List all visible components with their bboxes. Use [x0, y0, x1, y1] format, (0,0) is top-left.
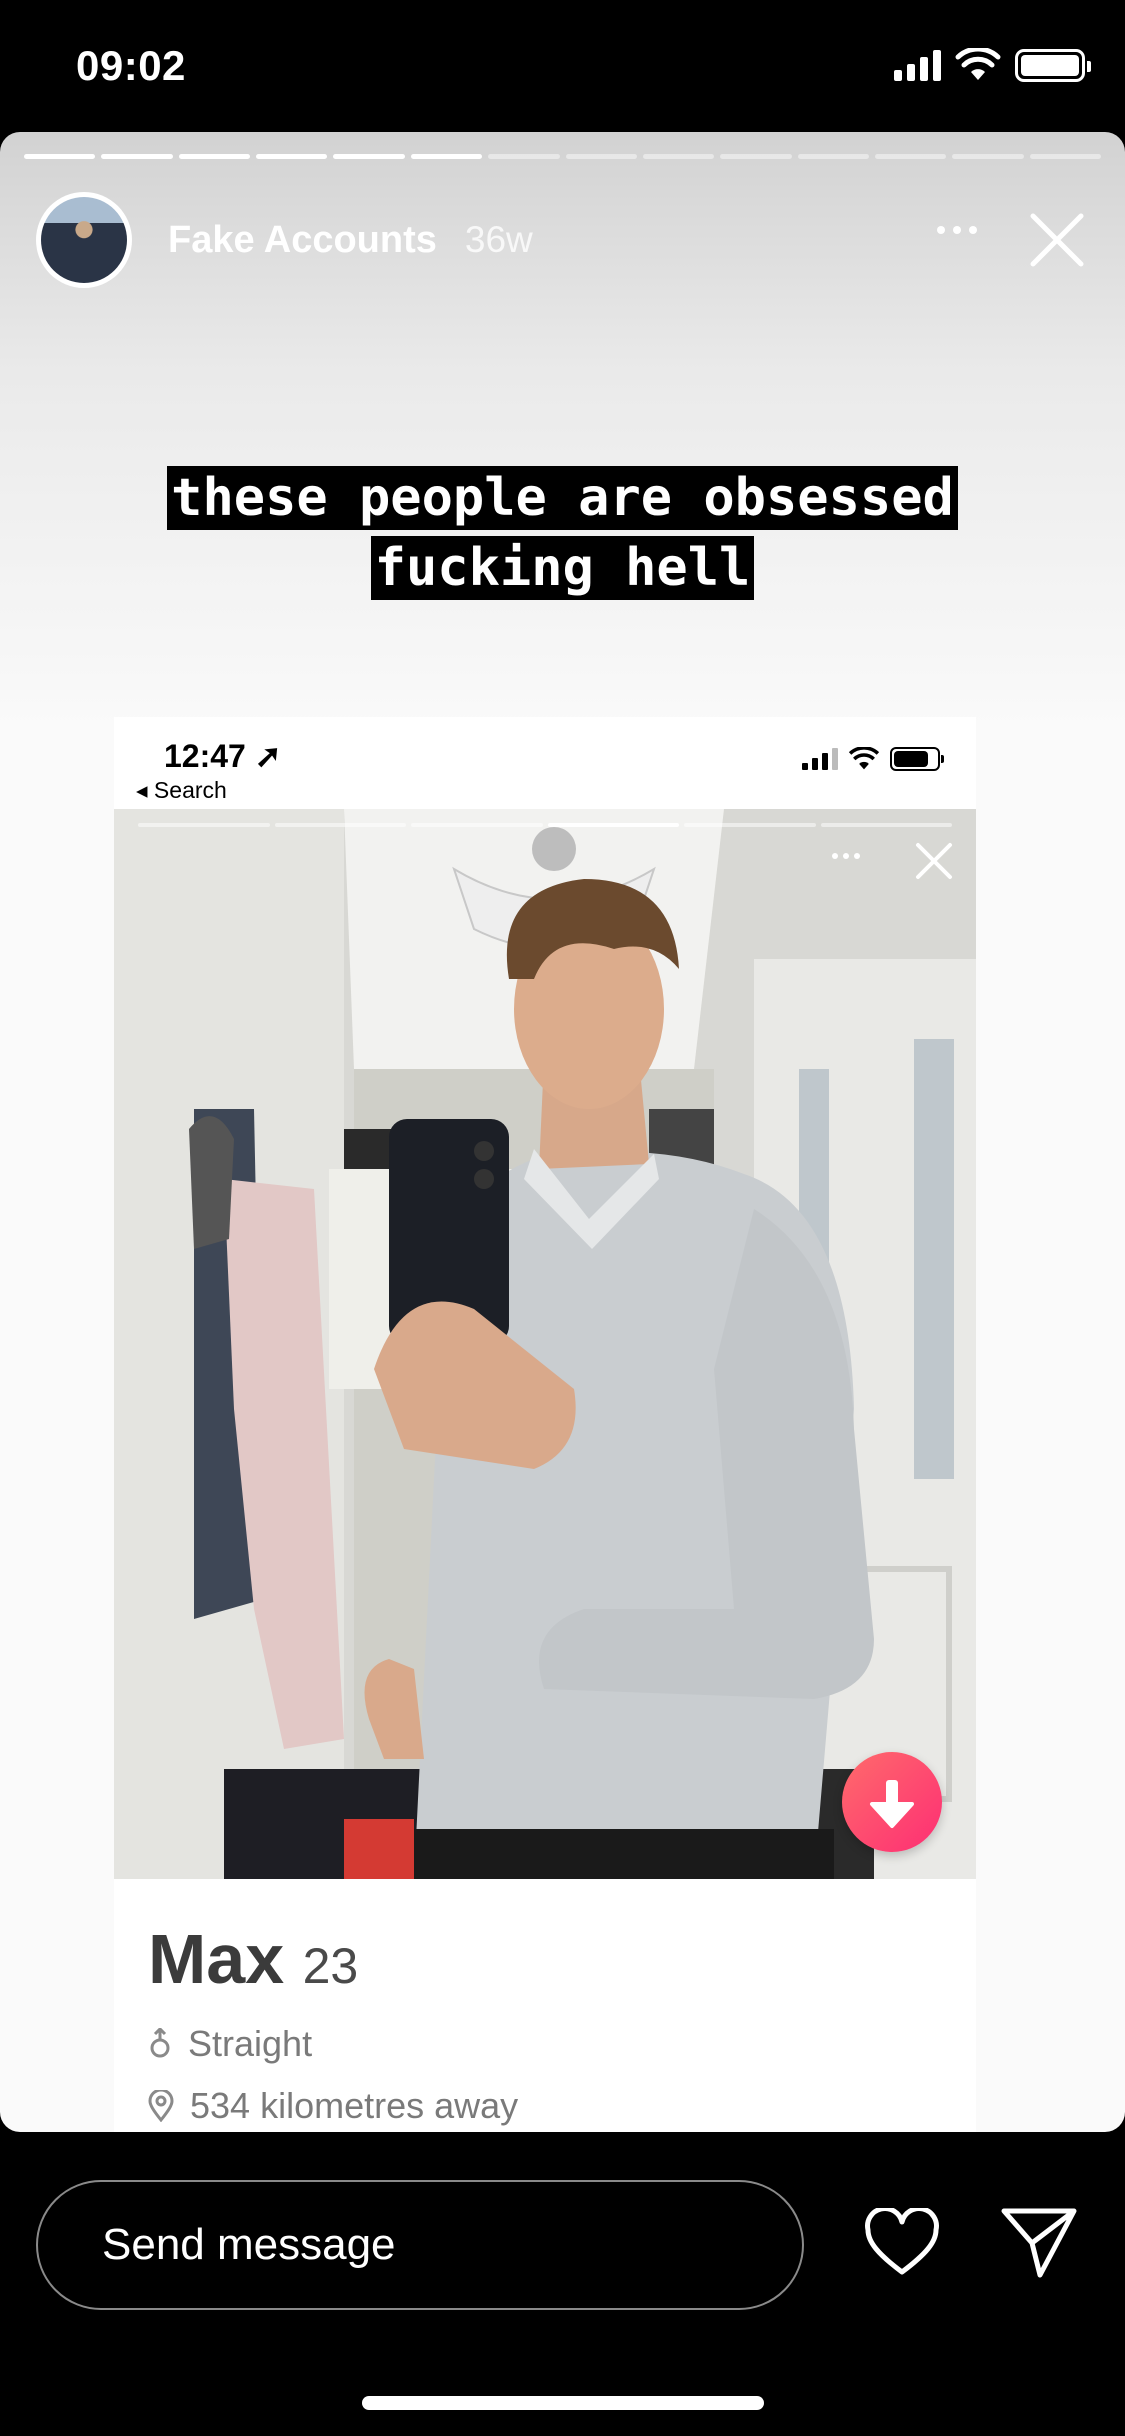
photo-progress-segment	[820, 823, 952, 827]
story-header: Fake Accounts 36w	[36, 190, 1095, 290]
send-message-placeholder: Send message	[102, 2220, 396, 2269]
more-icon[interactable]	[937, 226, 977, 234]
story-progress-bar	[24, 154, 1102, 159]
profile-age: 23	[302, 1938, 359, 1994]
profile-distance-row: 534 kilometres away	[148, 2085, 942, 2127]
location-pin-icon	[148, 2090, 174, 2122]
send-message-input[interactable]: Send message	[36, 2180, 804, 2310]
story-card[interactable]: Fake Accounts 36w these people are obses…	[0, 132, 1125, 2132]
close-icon	[916, 843, 952, 879]
caption-line-1: these people are obsessed	[167, 466, 958, 530]
more-icon	[832, 853, 860, 859]
story-progress-segment	[952, 154, 1024, 159]
photo-progress-segment	[138, 823, 270, 827]
story-progress-segment	[642, 154, 715, 159]
home-indicator[interactable]	[362, 2396, 764, 2410]
story-progress-segment	[333, 154, 405, 159]
cellular-signal-icon	[802, 748, 838, 770]
embedded-status-bar: 12:47 ➚ ◂ Search	[114, 717, 976, 809]
embedded-status-icons	[802, 747, 944, 771]
heart-icon[interactable]	[864, 2208, 940, 2278]
story-progress-segment	[178, 154, 251, 159]
photo-progress-segment	[274, 823, 406, 827]
wifi-icon	[848, 747, 880, 770]
story-progress-segment	[797, 154, 869, 159]
profile-distance: 534 kilometres away	[190, 2085, 519, 2126]
story-progress-segment	[488, 154, 560, 159]
profile-info: Max 23 Straight 534 kilometres away	[114, 1879, 976, 2127]
story-progress-segment	[720, 154, 792, 159]
photo-progress-segment	[547, 823, 679, 827]
story-progress-segment	[256, 154, 328, 159]
profile-orientation: Straight	[188, 2023, 313, 2064]
story-screen: 09:02 Fake Accounts 36w these people are…	[0, 0, 1125, 2436]
story-progress-segment	[410, 154, 483, 159]
photo-progress-segment	[411, 823, 543, 827]
embedded-status-time: 12:47 ➚	[164, 738, 282, 774]
embedded-photo-progress	[138, 823, 952, 827]
status-time: 09:02	[76, 42, 186, 89]
story-progress-segment	[565, 154, 637, 159]
embedded-back-link: ◂ Search	[136, 777, 227, 803]
story-caption: these people are obsessed fucking hell	[0, 466, 1125, 606]
status-icons	[894, 48, 1091, 82]
cellular-signal-icon	[894, 49, 941, 81]
battery-icon	[1015, 48, 1091, 82]
story-progress-segment	[24, 154, 96, 159]
arrow-down-icon	[842, 1752, 942, 1852]
story-progress-segment	[874, 154, 947, 159]
caption-line-2: fucking hell	[370, 536, 755, 600]
photo-progress-segment	[684, 823, 816, 827]
send-icon[interactable]	[1000, 2205, 1078, 2281]
profile-photo-illustration	[114, 809, 976, 1879]
gender-icon	[150, 2028, 170, 2058]
profile-orientation-row: Straight	[148, 2023, 942, 2065]
story-timestamp: 36w	[464, 219, 533, 260]
embedded-screenshot: 12:47 ➚ ◂ Search Max 23 Straight 534 kil…	[114, 717, 976, 2132]
story-progress-segment	[1029, 154, 1102, 159]
avatar[interactable]	[36, 192, 132, 288]
status-bar: 09:02	[0, 0, 1125, 130]
story-progress-segment	[101, 154, 173, 159]
wifi-icon	[955, 48, 1001, 80]
close-icon[interactable]	[1027, 210, 1087, 270]
profile-name: Max	[148, 1920, 285, 1998]
profile-photo	[114, 809, 976, 1879]
story-username[interactable]: Fake Accounts	[168, 219, 437, 262]
battery-icon	[890, 747, 944, 771]
